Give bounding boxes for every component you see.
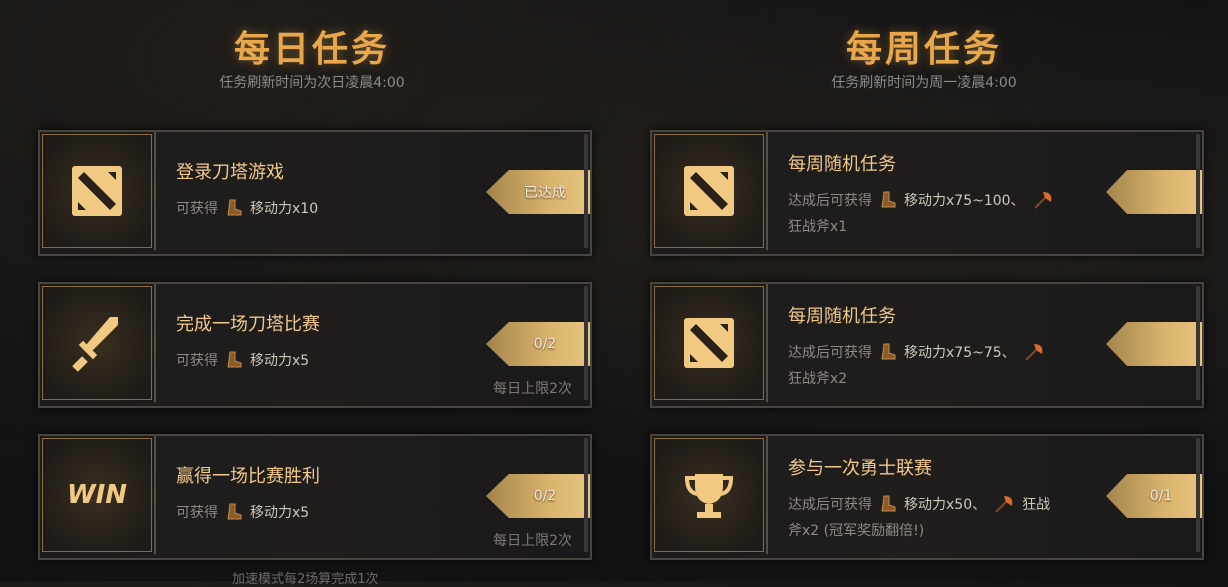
task-icon-box xyxy=(652,436,768,554)
reward-prefix: 可获得 xyxy=(176,201,218,217)
task-reward-extra: 狂战斧x2 xyxy=(788,371,848,387)
win-icon: WIN xyxy=(66,480,128,510)
reward-amount: 移动力x75~75、 xyxy=(904,345,1016,361)
boots-icon xyxy=(881,343,896,360)
task-reward: 可获得 移动力x5 xyxy=(176,350,309,370)
daily-limit-note: 每日上限2次 xyxy=(493,381,572,397)
boots-icon xyxy=(881,495,896,512)
task-icon-box xyxy=(652,132,768,250)
battle-fury-axe-icon xyxy=(995,496,1013,513)
boots-icon xyxy=(881,191,896,208)
status-completed-badge: 已达成 xyxy=(486,170,590,214)
daily-task-play-match[interactable]: 完成一场刀塔比赛 可获得 移动力x5 0/2 每日上限2次 xyxy=(38,282,592,408)
reward-prefix: 可获得 xyxy=(176,353,218,369)
progress-badge xyxy=(1106,322,1202,366)
daily-tasks-title: 每日任务 xyxy=(233,28,390,70)
boots-icon xyxy=(227,199,242,216)
reward-amount: 移动力x5 xyxy=(250,505,310,521)
daily-task-win-match[interactable]: WIN 赢得一场比赛胜利 可获得 移动力x5 0/2 每日上限2次 xyxy=(38,434,592,560)
reward-prefix: 达成后可获得 xyxy=(788,497,872,513)
weekly-tasks-section: 每周任务 任务刷新时间为周一凌晨4:00 每周随机任务 达成后可获得 移动力x7… xyxy=(644,0,1204,560)
speed-mode-note: 加速模式每2场算完成1次 xyxy=(232,572,379,587)
trophy-icon xyxy=(684,474,734,518)
daily-tasks-section: 每日任务 任务刷新时间为次日凌晨4:00 登录刀塔游戏 可获得 移动力x10 已… xyxy=(32,0,592,560)
task-title: 赢得一场比赛胜利 xyxy=(176,466,320,487)
task-reward: 可获得 移动力x5 xyxy=(176,502,309,522)
daily-limit-note: 每日上限2次 xyxy=(493,533,572,549)
weekly-tasks-title: 每周任务 xyxy=(845,28,1002,70)
weekly-task-random-1[interactable]: 每周随机任务 达成后可获得 移动力x75~100、 狂战斧x1 xyxy=(650,130,1204,256)
reward-prefix: 达成后可获得 xyxy=(788,193,872,209)
weekly-refresh-note: 任务刷新时间为周一凌晨4:00 xyxy=(831,75,1017,91)
reward-amount: 移动力x10 xyxy=(250,201,319,217)
dota-logo-icon xyxy=(684,318,734,368)
progress-badge: 0/1 xyxy=(1106,474,1202,518)
task-icon-box xyxy=(40,284,156,402)
reward-amount: 移动力x75~100、 xyxy=(904,193,1025,209)
task-title: 登录刀塔游戏 xyxy=(176,162,284,183)
progress-badge: 0/2 xyxy=(486,322,590,366)
task-icon-box: WIN xyxy=(40,436,156,554)
task-icon-box xyxy=(40,132,156,250)
reward-amount: 移动力x50、 xyxy=(904,497,987,513)
daily-refresh-note: 任务刷新时间为次日凌晨4:00 xyxy=(219,75,405,91)
task-title: 每周随机任务 xyxy=(788,306,896,327)
dota-logo-icon xyxy=(684,166,734,216)
task-reward-extra: 斧x2 (冠军奖励翻倍!) xyxy=(788,523,925,539)
reward-prefix: 可获得 xyxy=(176,505,218,521)
weekly-task-random-2[interactable]: 每周随机任务 达成后可获得 移动力x75~75、 狂战斧x2 xyxy=(650,282,1204,408)
progress-badge xyxy=(1106,170,1202,214)
battle-fury-axe-icon xyxy=(1033,192,1051,209)
task-reward: 达成后可获得 移动力x75~100、 xyxy=(788,188,1055,212)
progress-badge: 0/2 xyxy=(486,474,590,518)
battle-fury-axe-icon xyxy=(1024,344,1042,361)
reward-tail: 狂战 xyxy=(1022,497,1051,513)
task-reward-extra: 狂战斧x1 xyxy=(788,219,848,235)
boots-icon xyxy=(227,503,242,520)
task-reward: 可获得 移动力x10 xyxy=(176,198,318,218)
task-title: 参与一次勇士联赛 xyxy=(788,458,932,479)
task-title: 完成一场刀塔比赛 xyxy=(176,314,320,335)
task-icon-box xyxy=(652,284,768,402)
sword-icon xyxy=(72,317,118,372)
task-reward: 达成后可获得 移动力x75~75、 xyxy=(788,340,1046,364)
boots-icon xyxy=(227,351,242,368)
task-title: 每周随机任务 xyxy=(788,154,896,175)
weekly-task-hero-league[interactable]: 参与一次勇士联赛 达成后可获得 移动力x50、 狂战 斧x2 (冠军奖励翻倍!)… xyxy=(650,434,1204,560)
dota-logo-icon xyxy=(72,166,122,216)
task-reward: 达成后可获得 移动力x50、 狂战 xyxy=(788,492,1050,516)
daily-task-login[interactable]: 登录刀塔游戏 可获得 移动力x10 已达成 xyxy=(38,130,592,256)
reward-amount: 移动力x5 xyxy=(250,353,310,369)
reward-prefix: 达成后可获得 xyxy=(788,345,872,361)
